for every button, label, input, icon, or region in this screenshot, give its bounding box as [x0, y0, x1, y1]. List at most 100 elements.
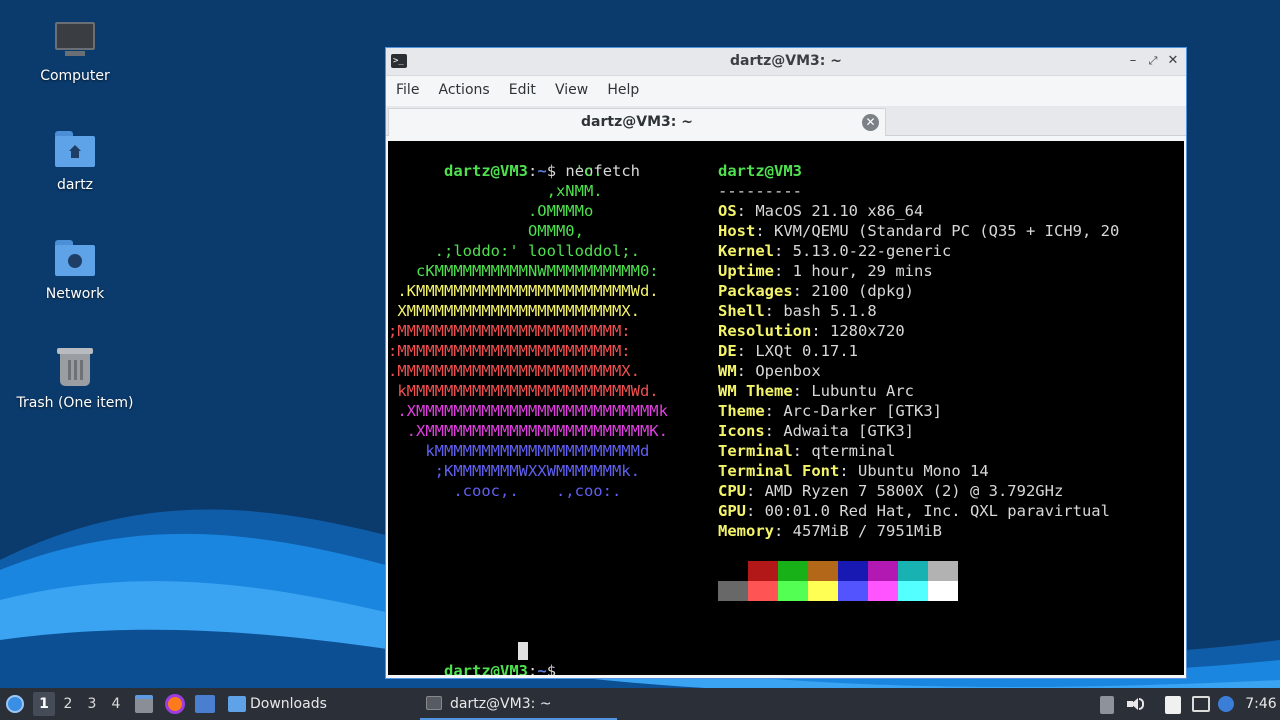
desktop-icon-label: Trash (One item): [16, 395, 134, 411]
logo-line: .MMMMMMMMMMMMMMMMMMMMMMMMX.: [388, 362, 640, 380]
file-manager-icon[interactable]: [135, 695, 153, 713]
menu-edit[interactable]: Edit: [503, 76, 542, 98]
info-value: Adwaita [GTK3]: [783, 422, 914, 440]
info-row: Theme: Arc-Darker [GTK3]: [718, 402, 942, 420]
menu-actions[interactable]: Actions: [433, 76, 496, 98]
menu-bar: File Actions Edit View Help: [386, 76, 1186, 106]
info-key: Shell: [718, 302, 765, 320]
window-titlebar[interactable]: >_ dartz@VM3: ~ – ⤢ ✕: [386, 48, 1186, 76]
prompt-symbol: $: [546, 662, 557, 675]
desktop-icon-home[interactable]: dartz: [10, 127, 140, 193]
palette-swatch: [838, 561, 868, 581]
tab-bar: dartz@VM3: ~ ✕: [386, 106, 1186, 136]
logo-line: cKMMMMMMMMMMNWMMMMMMMMMM0:: [388, 262, 659, 280]
logo-line: ;KMMMMMMMWXXWMMMMMMMk.: [388, 462, 640, 480]
palette-swatch: [868, 561, 898, 581]
taskbar-folder-label: Downloads: [250, 696, 327, 712]
logo-line: .OMMMMo: [388, 202, 594, 220]
network-folder-icon: [53, 236, 97, 280]
info-key: Terminal: [718, 442, 793, 460]
clock[interactable]: 7:46: [1244, 688, 1278, 720]
info-row: Resolution: 1280x720: [718, 322, 905, 340]
logo-line: :MMMMMMMMMMMMMMMMMMMMMMMM:: [388, 342, 631, 360]
lubuntu-logo-icon: [6, 695, 24, 713]
info-value: AMD Ryzen 7 5800X (2) @ 3.792GHz: [764, 482, 1064, 500]
info-value: 1 hour, 29 mins: [792, 262, 933, 280]
logo-line: OMMM0,: [388, 222, 584, 240]
logo-line: kMMMMMMMMMMMMMMMMMMMMMMMMWd.: [388, 382, 659, 400]
show-desktop-icon[interactable]: [195, 695, 215, 713]
palette-swatch: [748, 561, 778, 581]
info-key: Memory: [718, 522, 774, 540]
logo-line: ,xNMM.: [388, 182, 603, 200]
info-key: Kernel: [718, 242, 774, 260]
menu-view[interactable]: View: [549, 76, 594, 98]
workspace-2[interactable]: 2: [57, 692, 79, 716]
info-row: DE: LXQt 0.17.1: [718, 342, 858, 360]
info-row: Kernel: 5.13.0-22-generic: [718, 242, 952, 260]
workspace-4[interactable]: 4: [105, 692, 127, 716]
palette-swatch: [868, 581, 898, 601]
terminal-output[interactable]: dartz@VM3:~$ neofetch 'c. ,xNMM. .OMMMMo…: [388, 141, 1184, 675]
desktop-icon-trash[interactable]: Trash (One item): [10, 345, 140, 411]
info-row: GPU: 00:01.0 Red Hat, Inc. QXL paravirtu…: [718, 502, 1110, 520]
logo-line: 'c.: [388, 162, 603, 180]
desktop-icon-network[interactable]: Network: [10, 236, 140, 302]
terminal-window[interactable]: >_ dartz@VM3: ~ – ⤢ ✕ File Actions Edit …: [385, 47, 1187, 679]
update-notifier-icon[interactable]: [1100, 696, 1114, 714]
info-key: Packages: [718, 282, 793, 300]
logo-line: ;MMMMMMMMMMMMMMMMMMMMMMMM:: [388, 322, 631, 340]
workspace-1[interactable]: 1: [33, 692, 55, 716]
palette-swatch: [718, 581, 748, 601]
palette-swatch: [808, 561, 838, 581]
firefox-icon[interactable]: [165, 694, 185, 714]
info-row: WM: Openbox: [718, 362, 821, 380]
info-value: Arc-Darker [GTK3]: [783, 402, 942, 420]
info-value: bash 5.1.8: [783, 302, 877, 320]
info-value: 457MiB / 7951MiB: [792, 522, 942, 540]
palette-swatch: [838, 581, 868, 601]
info-key: Host: [718, 222, 756, 240]
tab-close-icon[interactable]: ✕: [862, 114, 879, 131]
info-key: Icons: [718, 422, 765, 440]
info-row: WM Theme: Lubuntu Arc: [718, 382, 914, 400]
taskbar-folder-downloads[interactable]: Downloads: [226, 688, 416, 720]
workspace-3[interactable]: 3: [81, 692, 103, 716]
notification-icon[interactable]: [1218, 696, 1234, 712]
info-user-host: dartz@VM3: [718, 162, 802, 180]
logo-line: .cooc,. .,coo:.: [388, 482, 622, 500]
palette-swatch: [748, 581, 778, 601]
taskbar-task-label: dartz@VM3: ~: [450, 696, 552, 712]
home-folder-icon: [53, 127, 97, 171]
palette-swatch: [718, 561, 748, 581]
palette-swatch: [808, 581, 838, 601]
menu-help[interactable]: Help: [601, 76, 645, 98]
info-key: CPU: [718, 482, 746, 500]
close-button[interactable]: ✕: [1164, 52, 1182, 70]
info-key: Theme: [718, 402, 765, 420]
computer-icon: [53, 18, 97, 62]
network-monitor-icon[interactable]: [1192, 696, 1210, 712]
menu-file[interactable]: File: [390, 76, 425, 98]
desktop-icon-label: Computer: [40, 68, 110, 84]
info-value: 2100 (dpkg): [811, 282, 914, 300]
logo-line: .;loddo:' loolloddol;.: [388, 242, 640, 260]
terminal-tab[interactable]: dartz@VM3: ~ ✕: [388, 108, 886, 136]
info-row: Shell: bash 5.1.8: [718, 302, 877, 320]
minimize-button[interactable]: –: [1124, 52, 1142, 70]
info-value: Ubuntu Mono 14: [858, 462, 989, 480]
info-row: Uptime: 1 hour, 29 mins: [718, 262, 933, 280]
taskbar-task-terminal[interactable]: dartz@VM3: ~: [420, 688, 617, 720]
start-menu-button[interactable]: [4, 688, 28, 720]
restore-button[interactable]: ⤢: [1144, 52, 1162, 70]
prompt-sep: :: [528, 662, 538, 675]
volume-icon[interactable]: [1127, 696, 1145, 712]
info-key: Resolution: [718, 322, 812, 340]
info-row: OS: MacOS 21.10 x86_64: [718, 202, 924, 220]
clipboard-icon[interactable]: [1165, 696, 1181, 714]
info-separator: ---------: [718, 182, 802, 200]
taskbar: 1 2 3 4 Downloads dartz@VM3: ~ 7:46: [0, 688, 1280, 720]
info-row: Icons: Adwaita [GTK3]: [718, 422, 914, 440]
prompt-path: ~: [537, 662, 547, 675]
desktop-icon-computer[interactable]: Computer: [10, 18, 140, 84]
